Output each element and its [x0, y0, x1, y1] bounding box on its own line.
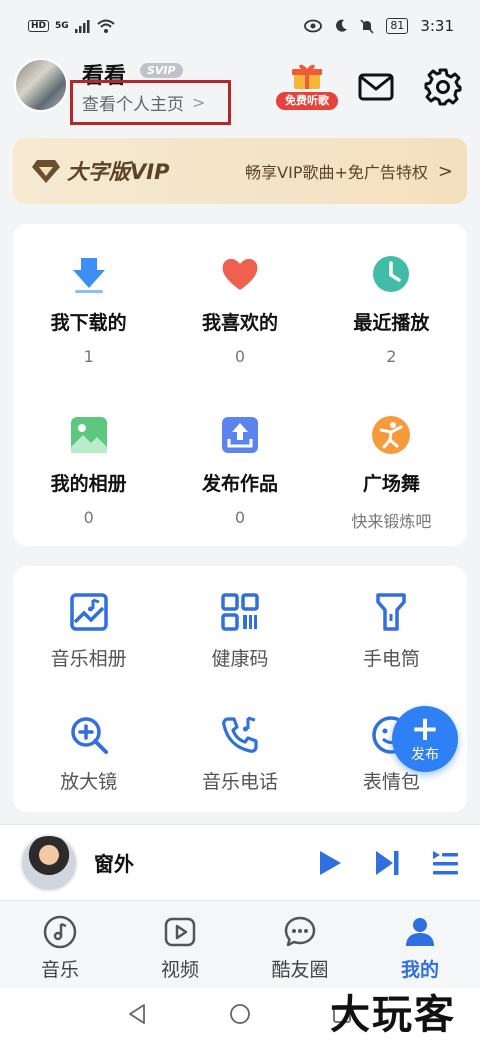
tab-label: 我的	[400, 959, 439, 981]
tile-favorites[interactable]: 我喜欢的 0	[164, 224, 315, 378]
tile-count: 1	[83, 347, 94, 366]
tile-label: 我下载的	[50, 312, 127, 334]
tile-label: 我喜欢的	[201, 312, 278, 334]
tab-friends-circle[interactable]: 酷友圈	[240, 901, 360, 988]
battery-indicator: 81	[386, 18, 409, 34]
play-icon[interactable]	[314, 848, 344, 878]
tool-music-album[interactable]: 音乐相册	[13, 566, 164, 680]
clock-time: 3:31	[420, 17, 454, 35]
tile-publish-works[interactable]: 发布作品 0	[164, 385, 315, 539]
svip-badge: SVIP	[140, 63, 183, 78]
signal-icon	[74, 19, 90, 33]
moon-icon	[336, 19, 348, 32]
dancer-icon	[372, 416, 411, 454]
next-track-icon[interactable]	[372, 848, 402, 878]
free-music-gift-button[interactable]: 免费听歌	[276, 62, 338, 110]
mini-player[interactable]: 窗外	[0, 824, 480, 900]
tile-label: 广场舞	[362, 473, 420, 495]
publish-label: 发布	[411, 747, 439, 763]
mute-bell-icon	[360, 18, 374, 34]
tool-label: 音乐电话	[201, 771, 278, 793]
gear-icon[interactable]	[424, 68, 462, 106]
person-icon	[406, 918, 434, 946]
tab-music[interactable]: 音乐	[0, 901, 120, 988]
tool-health-code[interactable]: 健康码	[164, 566, 315, 680]
eye-icon	[304, 19, 323, 33]
tab-label: 音乐	[40, 959, 79, 981]
tool-music-phone[interactable]: 音乐电话	[164, 689, 315, 803]
music-phone-icon	[222, 716, 258, 753]
tile-downloads[interactable]: 我下载的 1	[13, 224, 164, 378]
tab-label: 酷友圈	[271, 959, 329, 981]
tab-video[interactable]: 视频	[120, 901, 240, 988]
tab-label: 视频	[160, 959, 199, 981]
album-cover[interactable]	[20, 833, 78, 892]
back-icon[interactable]	[127, 1003, 149, 1025]
tile-square-dance[interactable]: 广场舞 快来锻炼吧	[316, 385, 467, 539]
tile-label: 发布作品	[201, 473, 278, 495]
heart-icon	[222, 258, 258, 290]
publish-fab[interactable]: + 发布	[392, 706, 458, 772]
plus-icon: +	[410, 709, 440, 749]
song-title: 窗外	[94, 852, 134, 876]
avatar[interactable]	[14, 58, 68, 112]
gift-icon	[292, 64, 322, 89]
wifi-icon	[97, 19, 115, 33]
tools-card: 音乐相册 健康码 手电筒 放大镜 音乐电话 表情包	[13, 566, 467, 812]
status-bar: HD 5G 81 3:31	[0, 0, 480, 52]
tool-label: 表情包	[362, 771, 420, 793]
clock-icon	[373, 256, 410, 292]
qr-code-icon	[221, 593, 259, 631]
tile-count: 2	[386, 347, 397, 366]
vip-description: 畅享VIP歌曲+免广告特权	[245, 163, 428, 182]
tool-flashlight[interactable]: 手电筒	[316, 566, 467, 680]
video-play-icon	[164, 917, 196, 947]
tool-magnifier[interactable]: 放大镜	[13, 689, 164, 803]
tile-recent[interactable]: 最近播放 2	[316, 224, 467, 378]
upload-icon	[221, 417, 258, 453]
tile-count: 0	[83, 508, 94, 527]
playlist-icon[interactable]	[430, 848, 460, 878]
tool-label: 音乐相册	[50, 648, 127, 670]
gift-badge-label: 免费听歌	[276, 92, 338, 110]
tool-label: 手电筒	[362, 648, 420, 670]
tile-label: 最近播放	[353, 312, 430, 334]
mail-icon[interactable]	[358, 70, 394, 104]
bottom-tab-bar: 音乐 视频 酷友圈 我的	[0, 900, 480, 988]
tab-mine[interactable]: 我的	[360, 901, 480, 988]
tile-label: 我的相册	[50, 473, 127, 495]
download-icon	[72, 258, 105, 293]
view-profile-label: 查看个人主页	[82, 95, 184, 115]
tile-count: 0	[234, 347, 246, 366]
hd-indicator: HD	[28, 20, 50, 32]
tool-label: 放大镜	[60, 771, 118, 793]
watermark-text: 大玩客	[330, 991, 456, 1038]
tile-my-album[interactable]: 我的相册 0	[13, 385, 164, 539]
image-icon	[70, 417, 107, 453]
chat-bubble-icon	[284, 916, 316, 947]
chevron-right-icon: >	[437, 160, 453, 182]
music-note-icon	[43, 915, 77, 949]
photo-album-icon	[69, 593, 108, 631]
tile-subtitle: 快来锻炼吧	[351, 512, 432, 531]
vip-banner[interactable]: 大字版VIP 畅享VIP歌曲+免广告特权 >	[13, 138, 467, 204]
vip-title: 大字版VIP	[67, 160, 170, 184]
my-content-card: 我下载的 1 我喜欢的 0 最近播放 2 我的相册 0 发布作品 0 广场舞 快…	[13, 224, 467, 546]
flashlight-icon	[376, 593, 407, 631]
home-icon[interactable]	[229, 1003, 251, 1025]
chevron-right-icon: >	[192, 93, 206, 112]
network-label: 5G	[55, 21, 69, 31]
magnifier-icon	[70, 717, 108, 754]
diamond-icon	[32, 160, 60, 183]
tile-count: 0	[234, 508, 246, 527]
view-profile-link[interactable]: 查看个人主页 >	[70, 80, 231, 125]
tool-label: 健康码	[211, 648, 269, 670]
